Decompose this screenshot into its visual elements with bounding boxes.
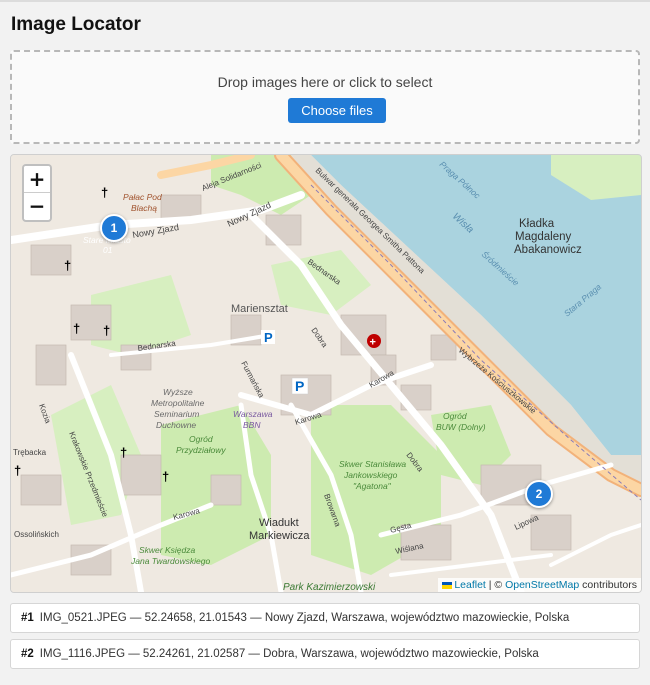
map-view[interactable]: P P + † † † † † † † Kładka Magdaleny Abakan… (10, 154, 642, 593)
svg-text:Abakanowicz: Abakanowicz (514, 244, 582, 256)
map-attribution: Leaflet | © OpenStreetMap contributors (438, 578, 641, 592)
label-warszawa-bbn: Warszawa (233, 409, 273, 419)
dropzone-prompt: Drop images here or click to select (217, 74, 433, 90)
label-ogrod-przydzialowy: Ogród (189, 434, 213, 444)
svg-text:P: P (264, 330, 273, 345)
label-seminarium: Wyższe (163, 387, 193, 397)
svg-text:†: † (64, 258, 71, 273)
leaflet-link[interactable]: Leaflet (454, 579, 486, 591)
label-palac: Pałac Pod (123, 192, 162, 202)
result-item: #2 IMG_1116.JPEG — 52.24261, 21.02587 — D… (10, 639, 640, 669)
svg-text:Metropolitalne: Metropolitalne (151, 398, 205, 408)
svg-text:"Agatona": "Agatona" (353, 481, 392, 491)
svg-text:BUW (Dolny): BUW (Dolny) (436, 422, 486, 432)
result-item: #1 IMG_0521.JPEG — 52.24658, 21.01543 — N… (10, 603, 640, 633)
label-ogrod-buw: Ogród (443, 411, 467, 421)
attribution-separator: | © (485, 579, 506, 591)
zoom-out-button[interactable]: − (24, 193, 50, 219)
top-border (0, 0, 650, 2)
label-skwer-agatona: Skwer Stanisława (339, 459, 406, 469)
image-dropzone[interactable]: Drop images here or click to select Choo… (10, 50, 640, 144)
svg-text:+: + (370, 337, 376, 349)
svg-text:Jankowskiego: Jankowskiego (343, 470, 398, 480)
svg-text:†: † (101, 185, 108, 200)
result-text: IMG_1116.JPEG — 52.24261, 21.02587 — Dob… (39, 648, 539, 660)
osm-link[interactable]: OpenStreetMap (505, 579, 579, 591)
choose-files-button[interactable]: Choose files (288, 98, 386, 123)
page-title: Image Locator (11, 14, 141, 35)
label-park-kazimierzowski: Park Kazimierzowski (283, 582, 376, 592)
label-ossolinskich: Ossolińskich (14, 530, 59, 539)
label-mariensztat: Mariensztat (231, 303, 288, 315)
map-marker-2[interactable]: 2 (525, 480, 553, 508)
svg-text:BBN: BBN (243, 420, 261, 430)
svg-text:†: † (120, 445, 127, 460)
svg-text:01: 01 (103, 245, 113, 255)
label-kladka: Kładka (519, 218, 555, 230)
svg-text:Jana Twardowskiego: Jana Twardowskiego (130, 556, 210, 566)
attribution-suffix: contributors (579, 579, 637, 591)
svg-text:†: † (103, 323, 110, 338)
result-number: #2 (21, 648, 34, 660)
svg-text:P: P (295, 378, 304, 394)
svg-text:Seminarium: Seminarium (154, 409, 199, 419)
label-wiadukt: Wiadukt (259, 517, 299, 529)
svg-text:Markiewicza: Markiewicza (249, 530, 310, 542)
label-skwer-twardowskiego: Skwer Księdza (139, 545, 195, 555)
map-marker-1[interactable]: 1 (100, 214, 128, 242)
svg-text:†: † (14, 463, 21, 478)
svg-text:Duchowne: Duchowne (156, 420, 196, 430)
label-trebacka: Trębacka (13, 448, 47, 457)
svg-text:Blachą: Blachą (131, 203, 157, 213)
result-text: IMG_0521.JPEG — 52.24658, 21.01543 — Now… (39, 612, 570, 624)
zoom-in-button[interactable]: + (24, 166, 50, 193)
svg-text:†: † (73, 321, 80, 336)
svg-text:Przydziałowy: Przydziałowy (176, 445, 226, 455)
svg-text:Magdaleny: Magdaleny (515, 231, 572, 243)
zoom-control: + − (22, 164, 52, 222)
ukraine-flag-icon (442, 581, 453, 589)
result-number: #1 (21, 612, 34, 624)
svg-text:†: † (162, 469, 169, 484)
